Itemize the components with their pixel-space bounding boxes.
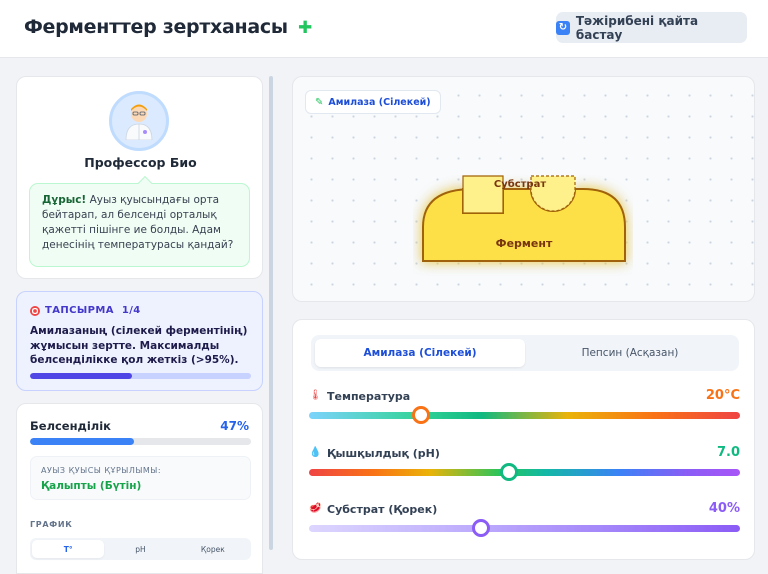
activity-value: 47% xyxy=(220,419,249,433)
task-counter: 1/4 xyxy=(121,305,141,316)
ph-label: Қышқылдық (pH) xyxy=(327,447,440,460)
activity-label: Белсенділік xyxy=(30,419,111,433)
mouth-structure-label: АУЫЗ ҚУЫСЫ ҚҰРЫЛЫМЫ: xyxy=(41,466,162,475)
temperature-label: Температура xyxy=(327,390,411,403)
activity-bar xyxy=(30,438,251,445)
droplet-icon: 💧 xyxy=(309,447,322,458)
ph-track[interactable] xyxy=(309,469,740,476)
left-panel-scrollbar[interactable] xyxy=(269,76,273,550)
message-strong: Дұрыс! xyxy=(42,194,87,206)
tab-pepsin[interactable]: Пепсин (Асқазан) xyxy=(525,339,735,367)
target-icon xyxy=(30,305,40,316)
graph-label: ГРАФИК xyxy=(30,520,73,529)
app-title-text: Ферменттер зертханасы xyxy=(24,16,288,38)
task-progress-bar xyxy=(30,373,251,379)
task-progress-fill xyxy=(30,373,132,379)
graph-tab-temperature[interactable]: T° xyxy=(32,540,105,558)
ph-thumb[interactable] xyxy=(499,463,518,481)
graph-tabs: T° pH Қорек xyxy=(30,538,251,560)
refresh-icon: ↻ xyxy=(556,20,570,35)
tab-amylase[interactable]: Амилаза (Сілекей) xyxy=(315,339,525,367)
graph-tab-ph[interactable]: pH xyxy=(104,540,176,558)
reset-experiment-button[interactable]: ↻ Тәжірибені қайта бастау xyxy=(556,12,747,43)
temperature-value: 20°C xyxy=(705,388,740,403)
mouth-structure-box: АУЫЗ ҚУЫСЫ ҚҰРЫЛЫМЫ: Қалыпты (Бүтін) xyxy=(30,456,251,500)
thermometer-icon: 🌡 xyxy=(309,390,322,401)
enzyme-label: Фермент xyxy=(496,237,553,250)
ph-value: 7.0 xyxy=(716,445,740,460)
enzyme-shape xyxy=(422,188,626,262)
temperature-thumb[interactable] xyxy=(412,406,431,424)
substrate-slider-value: 40% xyxy=(708,501,740,516)
meat-icon: 🥩 xyxy=(309,503,322,514)
task-card: ТАПСЫРМА 1/4 Амилазаның (сілекей фермент… xyxy=(16,291,263,391)
enzyme-selector: Амилаза (Сілекей) Пепсин (Асқазан) xyxy=(311,335,739,371)
professor-avatar xyxy=(109,91,169,151)
professor-card: Профессор Био Дұрыс! Ауыз қуысындағы орт… xyxy=(16,76,263,279)
reset-experiment-label: Тәжірибені қайта бастау xyxy=(575,13,699,42)
mouth-structure-value: Қалыпты (Бүтін) xyxy=(41,480,142,492)
enzyme-tag-label: Амилаза (Сілекей) xyxy=(328,96,431,108)
task-heading: ТАПСЫРМА xyxy=(45,305,114,316)
lab-canvas: ✎ Амилаза (Сілекей) Субстрат Фермент xyxy=(292,76,755,302)
substrate-slider-label: Субстрат (Қорек) xyxy=(327,503,438,516)
stats-card: Белсенділік 47% АУЫЗ ҚУЫСЫ ҚҰРЫЛЫМЫ: Қал… xyxy=(16,403,263,574)
temperature-track[interactable] xyxy=(309,412,740,419)
activity-fill xyxy=(30,438,134,445)
pencil-icon: ✎ xyxy=(315,96,324,108)
enzyme-tag: ✎ Амилаза (Сілекей) xyxy=(305,90,441,114)
graph-tab-food[interactable]: Қорек xyxy=(177,540,249,558)
app-header: Ферменттер зертханасы ✚ ↻ Тәжірибені қай… xyxy=(0,0,768,58)
task-header: ТАПСЫРМА 1/4 xyxy=(30,305,141,316)
controls-panel: Амилаза (Сілекей) Пепсин (Асқазан) 🌡 Тем… xyxy=(292,319,755,560)
app-title: Ферменттер зертханасы ✚ xyxy=(24,16,312,38)
substrate-label: Субстрат xyxy=(494,178,546,190)
scientist-icon xyxy=(125,104,153,140)
substrate-thumb[interactable] xyxy=(472,519,491,537)
bubble-tail xyxy=(137,175,153,191)
professor-speech-bubble: Дұрыс! Ауыз қуысындағы орта бейтарап, ал… xyxy=(29,175,250,267)
enzyme-diagram: Субстрат Фермент xyxy=(422,175,626,262)
puzzle-icon: ✚ xyxy=(298,18,312,38)
substrate-track[interactable] xyxy=(309,525,740,532)
task-description: Амилазаның (сілекей ферментінің) жұмысын… xyxy=(30,325,248,366)
professor-name: Профессор Био xyxy=(84,155,197,170)
